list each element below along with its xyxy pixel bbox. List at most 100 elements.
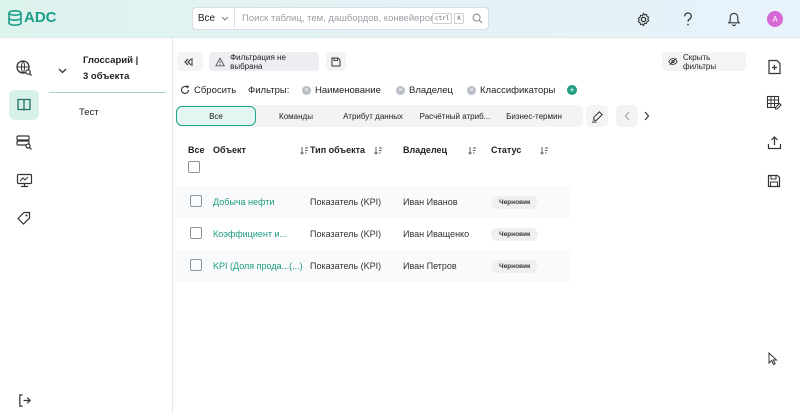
notifications-bell-icon[interactable] — [725, 10, 743, 28]
tab-data-attribute[interactable]: Атрибут данных — [336, 106, 410, 126]
logout-icon[interactable] — [9, 385, 39, 415]
sort-icon[interactable] — [373, 146, 383, 155]
object-name-link[interactable]: Добыча нефти — [213, 186, 310, 218]
logo-text: ADC — [24, 9, 57, 26]
collapse-chevron-icon[interactable] — [58, 61, 67, 79]
row-checkbox[interactable] — [190, 227, 202, 239]
row-select-cell — [176, 250, 213, 282]
hide-filters-button[interactable]: Скрыть фильтры — [662, 52, 746, 71]
sort-icon[interactable] — [300, 146, 309, 155]
tab-calculated-attribute[interactable]: Расчётный атриб... — [410, 106, 500, 126]
reset-label: Сбросить — [194, 84, 237, 96]
status-badge: Черновик — [491, 227, 539, 241]
status-cell: Черновик — [491, 250, 571, 282]
remove-filter-x-icon[interactable]: × — [302, 85, 311, 95]
help-icon[interactable] — [679, 10, 697, 28]
nav-database-search-icon[interactable] — [9, 127, 39, 157]
brush-edit-icon — [591, 110, 603, 123]
chevron-left-icon — [624, 111, 629, 121]
global-search: Все Поиск таблиц, тем, дашбордов, конвей… — [192, 7, 489, 30]
search-icon[interactable] — [466, 13, 488, 24]
mouse-cursor-icon — [768, 351, 778, 370]
warning-icon — [215, 56, 226, 66]
app-logo[interactable]: ADC — [8, 9, 57, 26]
add-document-icon[interactable] — [765, 58, 783, 76]
upload-icon[interactable] — [765, 133, 783, 151]
object-name-link[interactable]: Коэффициент и... — [213, 218, 310, 250]
owner-cell: Иван Иващенко — [403, 229, 470, 239]
table-row[interactable]: Добыча нефти Показатель (KPI) Иван Ивано… — [176, 186, 571, 218]
shortcut-k: K — [454, 13, 464, 24]
object-type-tabs: Все Команды Атрибут данных Расчётный атр… — [176, 105, 583, 127]
status-cell: Черновик — [491, 186, 571, 218]
row-checkbox[interactable] — [190, 195, 202, 207]
tree-item-test[interactable]: Тест — [79, 107, 99, 118]
chevron-right-icon — [644, 111, 649, 121]
owner-cell: Иван Иванов — [403, 197, 458, 207]
settings-gear-icon[interactable] — [634, 10, 652, 28]
tree-title-line1: Глоссарий | — [83, 55, 139, 66]
logo-icon — [8, 9, 22, 26]
remove-filter-x-icon[interactable]: × — [396, 85, 405, 95]
owner-cell: Иван Петров — [403, 261, 457, 271]
status-badge: Черновик — [491, 195, 539, 209]
collapse-arrows-icon — [184, 57, 193, 66]
header-owner[interactable]: Владелец — [403, 136, 491, 186]
object-type-cell: Показатель (KPI) — [310, 261, 382, 271]
table-row[interactable]: Коэффициент и... Показатель (KPI) Иван И… — [176, 218, 571, 250]
table-row[interactable]: KPI (Доля прода...(...) Показатель (KPI)… — [176, 250, 571, 282]
filter-chip-name[interactable]: × Наименование — [302, 83, 381, 97]
user-avatar[interactable]: A — [767, 11, 783, 27]
search-scope-value: Все — [197, 13, 216, 24]
object-type-cell: Показатель (KPI) — [310, 229, 382, 239]
search-input[interactable]: Поиск таблиц, тем, дашбордов, конвейеров… — [235, 13, 432, 24]
search-scope-select[interactable]: Все — [193, 8, 235, 29]
sort-icon[interactable] — [467, 146, 477, 155]
object-name-link[interactable]: KPI (Доля прода...(...) — [213, 250, 310, 282]
nav-dashboard-monitor-icon[interactable] — [9, 165, 39, 195]
filter-status-chip[interactable]: Фильтрация не выбрана — [209, 52, 319, 71]
collapse-panel-button[interactable] — [177, 52, 203, 71]
header-owner-label: Владелец — [403, 145, 448, 155]
save-icon[interactable] — [765, 172, 783, 190]
row-select-cell — [176, 186, 213, 218]
hide-filters-label: Скрыть фильтры — [683, 52, 717, 71]
tab-all[interactable]: Все — [176, 106, 256, 126]
row-select-cell — [176, 218, 213, 250]
glossary-tree-panel: Глоссарий | 3 объекта Тест — [49, 38, 173, 414]
nav-catalog-search-icon[interactable] — [9, 53, 39, 83]
edit-columns-button[interactable] — [586, 105, 608, 127]
reset-filters-button[interactable]: Сбросить — [180, 83, 236, 97]
header-object[interactable]: Объект — [213, 136, 310, 186]
filters-label: Фильтры: — [248, 84, 290, 96]
left-nav — [0, 38, 49, 414]
header-status[interactable]: Статус — [491, 136, 571, 186]
tab-teams[interactable]: Команды — [256, 106, 336, 126]
filter-chip-classifiers[interactable]: × Классификаторы — [467, 83, 555, 97]
filter-chip-label: Владелец — [409, 84, 453, 96]
header-object-label: Объект — [213, 145, 246, 155]
objects-table: Все Объект Тип объекта Владелец Статус Д… — [176, 136, 571, 282]
main-content: Фильтрация не выбрана Скрыть фильтры Сбр… — [173, 38, 751, 414]
filter-status-text: Фильтрация не выбрана — [230, 52, 286, 71]
filter-chip-owner[interactable]: × Владелец — [396, 83, 453, 97]
tabs-next-button[interactable] — [635, 105, 657, 127]
header-select-all: Все — [176, 136, 213, 186]
select-all-checkbox[interactable] — [188, 161, 200, 173]
row-checkbox[interactable] — [190, 259, 202, 271]
nav-tags-icon[interactable] — [9, 203, 39, 233]
header-all-label: Все — [188, 145, 205, 155]
table-edit-icon[interactable] — [765, 94, 783, 112]
save-filter-button[interactable] — [326, 52, 346, 71]
remove-filter-x-icon[interactable]: × — [467, 85, 476, 95]
tab-business-term[interactable]: Бизнес-термин — [500, 106, 568, 126]
sort-icon[interactable] — [540, 146, 549, 155]
tree-divider — [49, 92, 166, 93]
nav-glossary-book-icon[interactable] — [9, 90, 39, 120]
tree-title: Глоссарий | 3 объекта — [83, 53, 171, 85]
save-icon — [331, 57, 341, 66]
table-header-row: Все Объект Тип объекта Владелец Статус — [176, 136, 571, 186]
status-cell: Черновик — [491, 218, 571, 250]
add-filter-plus-icon[interactable]: + — [567, 83, 577, 97]
header-object-type[interactable]: Тип объекта — [310, 136, 403, 186]
